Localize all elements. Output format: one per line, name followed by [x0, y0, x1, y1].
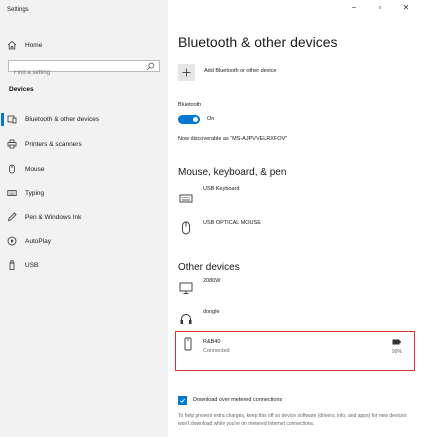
add-device-button[interactable] [178, 64, 195, 81]
maximize-button[interactable]: ▫ [372, 3, 388, 12]
discoverable-text: Now discoverable as “MS-AJPVVELRXFOV” [178, 136, 288, 142]
minimize-button[interactable]: − [346, 3, 362, 12]
metered-checkbox[interactable] [178, 396, 187, 405]
metered-help-text: To help prevent extra charges, keep this… [178, 413, 407, 427]
sidebar-item-printers[interactable]: Printers & scanners [6, 138, 82, 150]
page-title: Bluetooth & other devices [178, 34, 338, 50]
search-box[interactable] [8, 60, 160, 78]
mouse-device-icon [179, 221, 193, 235]
keyboard-icon [6, 187, 18, 199]
bluetooth-toggle[interactable] [178, 115, 200, 124]
section-heading-mouse-keyboard-pen: Mouse, keyboard, & pen [178, 167, 287, 178]
section-heading-other-devices: Other devices [178, 262, 240, 273]
sidebar-item-usb[interactable]: USB [6, 259, 38, 271]
printer-icon [6, 138, 18, 150]
usb-icon [6, 259, 18, 271]
device-phone-icon [181, 337, 195, 351]
nav-home[interactable]: Home [6, 39, 42, 51]
bluetooth-label: Bluetooth [178, 102, 202, 108]
sidebar-item-label: Typing [25, 189, 45, 197]
sidebar-item-typing[interactable]: Typing [6, 187, 44, 199]
device-name-mouse[interactable]: USB OPTICAL MOUSE [203, 220, 261, 226]
device-status: Connected [203, 348, 230, 354]
sidebar-item-label: Mouse [25, 165, 45, 173]
sidebar-item-autoplay[interactable]: AutoPlay [6, 235, 51, 247]
sidebar: Settings Home Devices Bluetooth & other … [0, 0, 168, 437]
battery-percentage: 99% [392, 349, 403, 355]
device-name-keyboard[interactable]: USB Keyboard [203, 186, 239, 192]
plus-icon [182, 68, 191, 77]
section-heading-devices: Devices [9, 86, 34, 93]
search-input[interactable] [9, 68, 144, 78]
app-title: Settings [7, 7, 29, 13]
autoplay-icon [6, 235, 18, 247]
sidebar-item-label: USB [25, 261, 39, 269]
close-button[interactable]: ✕ [398, 3, 414, 12]
sidebar-item-pen[interactable]: Pen & Windows Ink [6, 211, 81, 223]
bluetooth-toggle-state: On [207, 116, 215, 122]
device-name-selected: R&B40 [203, 339, 221, 345]
battery-icon [392, 339, 401, 345]
monitor-icon [179, 281, 193, 295]
home-icon [6, 39, 18, 51]
sidebar-item-label: Pen & Windows Ink [25, 213, 82, 221]
bluetooth-devices-icon [6, 113, 18, 125]
search-icon[interactable] [146, 62, 155, 71]
keyboard-device-icon [179, 191, 193, 205]
device-name-dongle[interactable]: dongle [203, 309, 220, 315]
mouse-icon [6, 163, 18, 175]
nav-home-label: Home [25, 41, 43, 49]
sidebar-item-bluetooth[interactable]: Bluetooth & other devices [6, 113, 99, 125]
toggle-knob [193, 117, 198, 122]
selection-indicator [1, 113, 4, 126]
pen-icon [6, 211, 18, 223]
metered-label[interactable]: Download over metered connections [193, 397, 282, 403]
device-name-2080w[interactable]: 2080W [203, 278, 220, 284]
sidebar-item-label: Bluetooth & other devices [25, 115, 100, 123]
add-device-label[interactable]: Add Bluetooth or other device [204, 68, 276, 74]
sidebar-item-label: AutoPlay [25, 237, 52, 245]
headset-icon [179, 312, 193, 326]
checkmark-icon [180, 398, 186, 403]
sidebar-item-mouse[interactable]: Mouse [6, 163, 45, 175]
sidebar-item-label: Printers & scanners [25, 140, 82, 148]
